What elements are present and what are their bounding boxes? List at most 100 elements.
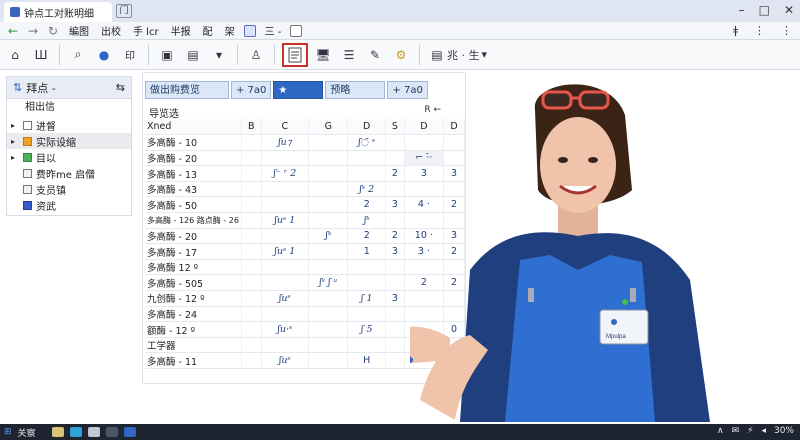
table-cell[interactable]: 2 xyxy=(347,196,386,214)
table-cell[interactable]: ʃuˢ 1 xyxy=(261,212,310,229)
table-cell[interactable]: ʃuˢ xyxy=(261,290,310,307)
pen-button[interactable]: ✎ xyxy=(364,43,386,67)
search-button[interactable]: ⌕ xyxy=(67,43,89,67)
column-header[interactable]: Xned xyxy=(145,119,242,136)
list-button[interactable]: ☰ xyxy=(338,43,360,67)
sidebar-item[interactable]: ▸ 目以 xyxy=(7,149,131,165)
settings-button[interactable]: ⚙ xyxy=(390,43,412,67)
table-cell[interactable] xyxy=(261,150,310,167)
table-cell[interactable]: ʃ◌̄ ˢ xyxy=(347,134,386,151)
table-cell[interactable] xyxy=(308,290,349,307)
app-icon-3[interactable] xyxy=(87,427,100,437)
table-cell[interactable] xyxy=(385,321,405,338)
report-button[interactable] xyxy=(282,42,308,67)
mail-icon[interactable]: ✉ xyxy=(732,426,740,436)
table-cell[interactable]: 2 xyxy=(385,165,405,182)
home-button[interactable]: ⌂ xyxy=(4,43,26,67)
forward-arrow-icon[interactable]: → xyxy=(26,24,40,38)
checkbox[interactable] xyxy=(23,200,32,210)
table-cell[interactable] xyxy=(385,306,405,323)
table-cell[interactable] xyxy=(241,337,262,354)
app-icon-2[interactable] xyxy=(69,427,82,437)
table-cell[interactable] xyxy=(261,306,310,323)
table-cell[interactable] xyxy=(241,212,262,229)
table-cell[interactable] xyxy=(241,259,262,276)
maximize-button[interactable]: □ xyxy=(759,3,770,17)
column-header[interactable]: G xyxy=(308,119,349,136)
layers-button[interactable]: ▣ xyxy=(156,43,178,67)
text-dropdown[interactable]: ▤ 兆 · 生 ▾ xyxy=(427,43,489,67)
table-cell[interactable]: 2 xyxy=(347,228,386,245)
checkbox[interactable] xyxy=(23,168,32,178)
table-cell[interactable] xyxy=(308,150,349,167)
sidebar-item[interactable]: 支员镇 xyxy=(7,181,131,197)
table-cell[interactable] xyxy=(347,165,386,182)
table-cell[interactable] xyxy=(385,134,405,151)
table-cell[interactable] xyxy=(385,337,405,354)
table-cell[interactable] xyxy=(261,337,310,354)
table-cell[interactable] xyxy=(261,181,310,198)
column-header[interactable]: S xyxy=(385,119,405,136)
table-cell[interactable]: ʃu⁊ xyxy=(261,134,310,151)
close-button[interactable]: ✕ xyxy=(784,3,794,17)
pin-icon[interactable]: ǂ xyxy=(733,24,738,37)
table-cell[interactable] xyxy=(347,337,386,354)
expand-arrow-icon[interactable]: ▸ xyxy=(11,121,19,130)
app-icon-1[interactable] xyxy=(51,427,64,437)
table-cell[interactable] xyxy=(261,259,310,276)
start-label[interactable]: 关察 xyxy=(18,426,36,439)
table-cell[interactable] xyxy=(308,243,349,260)
table-cell[interactable]: ʃ⁻ ʳ 2 xyxy=(261,165,310,182)
sidebar-item[interactable]: ▸ 进督 xyxy=(7,117,131,133)
panel-tab[interactable]: + 7a0 xyxy=(231,81,272,99)
table-cell[interactable]: 2 xyxy=(385,228,405,245)
table-cell[interactable] xyxy=(241,228,262,245)
table-cell[interactable] xyxy=(385,181,405,198)
stack-button[interactable]: ▤ xyxy=(182,43,204,67)
table-cell[interactable] xyxy=(385,150,405,167)
checkbox[interactable] xyxy=(23,152,32,162)
checkbox[interactable] xyxy=(23,136,32,146)
tray-expand-icon[interactable]: ∧ xyxy=(717,426,724,436)
table-cell[interactable]: ʃuˢ xyxy=(261,352,310,369)
table-cell[interactable] xyxy=(347,274,386,292)
sidebar-item[interactable]: 费昨me 启僧 xyxy=(7,165,131,181)
checkbox[interactable] xyxy=(23,120,32,130)
table-cell[interactable] xyxy=(308,212,349,229)
table-cell[interactable]: ʃˢ xyxy=(308,228,349,245)
table-cell[interactable]: ʃˢ 2 xyxy=(347,181,386,198)
sidebar-header[interactable]: ⇅ 拜点 - ⇆ xyxy=(7,77,131,99)
table-cell[interactable]: ʃu·ˢ xyxy=(261,321,310,338)
table-cell[interactable] xyxy=(347,150,386,167)
panel-tab[interactable]: 预略 xyxy=(325,81,386,99)
panel-tab[interactable]: 做出购费览 xyxy=(145,81,229,99)
user-button[interactable]: ● xyxy=(93,43,115,67)
menu-item-6[interactable]: 架 xyxy=(222,23,238,38)
window-icon[interactable] xyxy=(290,24,303,37)
table-cell[interactable] xyxy=(241,306,262,323)
menu-item-7[interactable]: 三 - xyxy=(262,23,285,38)
app-icon-5[interactable] xyxy=(123,427,136,437)
person-button[interactable]: ♙ xyxy=(245,43,267,67)
table-cell[interactable] xyxy=(241,274,262,292)
sidebar-item[interactable]: 资武 xyxy=(7,197,131,213)
table-cell[interactable]: 1 xyxy=(347,243,386,260)
document-icon[interactable] xyxy=(243,24,256,37)
table-cell[interactable] xyxy=(241,352,262,369)
volume-icon[interactable]: ◂ xyxy=(761,426,766,436)
more-icon-2[interactable]: ⋮ xyxy=(781,24,792,37)
table-cell[interactable]: ʃuˢ 1 xyxy=(261,243,310,260)
table-cell[interactable] xyxy=(385,212,405,229)
table-cell[interactable] xyxy=(385,352,405,369)
pin-icon-sidebar[interactable]: ⇆ xyxy=(116,81,125,94)
table-cell[interactable] xyxy=(347,306,386,323)
table-cell[interactable] xyxy=(347,259,386,276)
new-tab-button[interactable]: 门 xyxy=(116,4,132,18)
table-cell[interactable] xyxy=(241,321,262,338)
table-cell[interactable] xyxy=(241,150,262,167)
checkbox[interactable] xyxy=(23,184,32,194)
panel-tab[interactable]: ★ xyxy=(273,81,324,99)
table-cell[interactable] xyxy=(385,274,405,292)
column-header[interactable]: B xyxy=(241,119,262,136)
table-cell[interactable] xyxy=(261,228,310,245)
